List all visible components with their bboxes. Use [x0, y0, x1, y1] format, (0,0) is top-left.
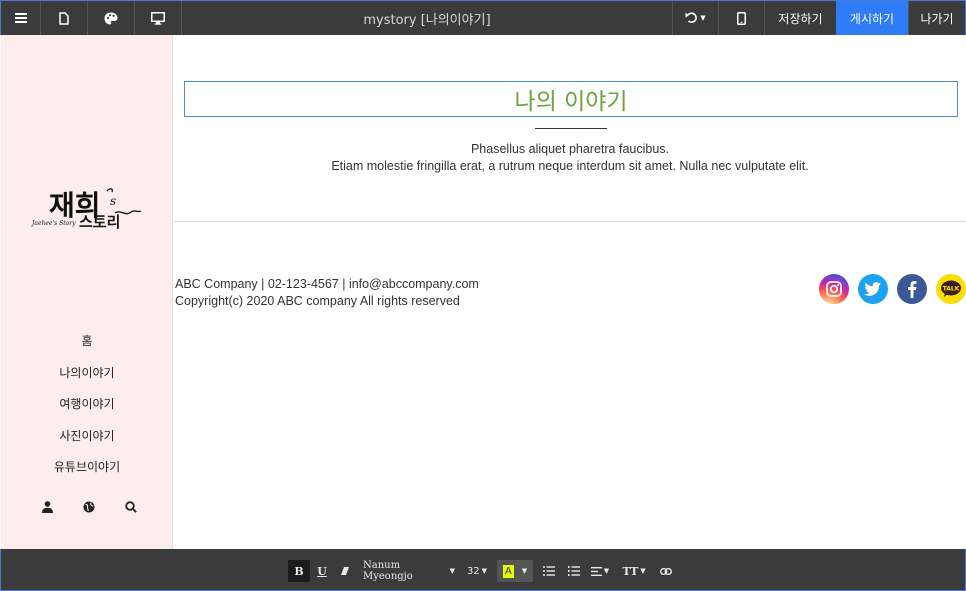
- search-icon[interactable]: [123, 499, 139, 515]
- sidebar-item-my-story[interactable]: 나의이야기: [1, 357, 173, 389]
- align-left-icon: [590, 566, 602, 576]
- underline-button[interactable]: U: [312, 560, 332, 582]
- link-icon: [660, 567, 672, 575]
- kakao-label: TALK: [943, 286, 960, 293]
- design-button[interactable]: [88, 1, 135, 35]
- section-divider: [174, 221, 966, 222]
- main-content: 나의 이야기 Phasellus aliquet pharetra faucib…: [174, 35, 966, 549]
- sidebar-item-home[interactable]: 홈: [1, 325, 173, 357]
- font-family-select[interactable]: Nanum Myeongjo ▼: [363, 560, 455, 582]
- chevron-down-icon: ▼: [603, 567, 610, 575]
- font-size-select[interactable]: 32 ▼: [463, 560, 491, 582]
- font-size-value: 32: [466, 565, 480, 577]
- chevron-down-icon: ▼: [481, 567, 488, 575]
- site-logo[interactable]: 재희 s 스토리 Jaehee's Story: [29, 175, 149, 235]
- instagram-icon[interactable]: [819, 274, 849, 304]
- body-text-line-1[interactable]: Phasellus aliquet pharetra faucibus.: [174, 142, 966, 156]
- facebook-icon[interactable]: [897, 274, 927, 304]
- footer-contact[interactable]: ABC Company | 02-123-4567 | info@abccomp…: [175, 276, 479, 293]
- chevron-down-icon: ▼: [521, 567, 528, 575]
- align-select[interactable]: ▼: [589, 560, 611, 582]
- page-button[interactable]: [41, 1, 88, 35]
- sidebar-item-photo-story[interactable]: 사진이야기: [1, 420, 173, 452]
- publish-button[interactable]: 게시하기: [836, 1, 908, 35]
- body-text-line-2[interactable]: Etiam molestie fringilla erat, a rutrum …: [174, 159, 966, 173]
- logo-story-text: 스토리: [79, 213, 120, 231]
- document-title: mystory [나의이야기]: [363, 12, 491, 28]
- monitor-icon: [151, 11, 165, 25]
- undo-dropdown-icon: ▼: [700, 14, 706, 22]
- text-color-picker[interactable]: A ▼: [497, 560, 533, 582]
- numbered-list-icon: [568, 566, 580, 576]
- bullet-list-button[interactable]: [541, 560, 557, 582]
- link-button[interactable]: [657, 560, 675, 582]
- mobile-view-button[interactable]: [718, 1, 764, 35]
- footer-info: ABC Company | 02-123-4567 | info@abccomp…: [175, 276, 479, 310]
- palette-icon: [104, 12, 118, 24]
- exit-button[interactable]: 나가기: [908, 1, 965, 35]
- logo-apostrophe: [106, 188, 113, 193]
- undo-icon: [685, 12, 698, 24]
- numbered-list-button[interactable]: [566, 560, 582, 582]
- text-style-label: TT: [622, 564, 639, 578]
- preview-button[interactable]: [135, 1, 182, 35]
- globe-icon[interactable]: [81, 499, 97, 515]
- user-icon[interactable]: [39, 499, 55, 515]
- clear-format-button[interactable]: [335, 560, 355, 582]
- page-icon: [59, 11, 69, 25]
- menu-icon: [14, 13, 27, 23]
- undo-button[interactable]: ▼: [672, 1, 718, 35]
- sidebar-nav: 홈 나의이야기 여행이야기 사진이야기 유튜브이야기: [1, 325, 173, 483]
- bold-button[interactable]: B: [288, 560, 310, 582]
- chevron-down-icon: ▼: [640, 567, 646, 575]
- mobile-icon: [737, 11, 746, 25]
- sidebar-item-youtube-story[interactable]: 유튜브이야기: [1, 451, 173, 483]
- chevron-down-icon: ▼: [449, 567, 455, 575]
- menu-button[interactable]: [1, 1, 41, 35]
- logo-script-text: Jaehee's Story: [30, 220, 76, 227]
- eraser-icon: [341, 567, 349, 575]
- text-color-swatch: A: [502, 564, 514, 578]
- sidebar: 재희 s 스토리 Jaehee's Story 홈 나의이야기 여행이야기 사진…: [1, 35, 173, 549]
- top-toolbar: mystory [나의이야기] ▼ 저장하기 게시하기 나가기: [0, 0, 966, 35]
- footer-copyright[interactable]: Copyright(c) 2020 ABC company All rights…: [175, 293, 479, 310]
- sidebar-utility-icons: [39, 499, 139, 515]
- twitter-icon[interactable]: [858, 274, 888, 304]
- editor-toolbar: B U Nanum Myeongjo ▼ 32 ▼ A ▼ ▼ TT ▼: [0, 549, 966, 591]
- logo-suffix: s: [110, 194, 116, 208]
- sidebar-item-travel-story[interactable]: 여행이야기: [1, 388, 173, 420]
- social-links: TALK: [819, 274, 966, 304]
- kakaotalk-icon[interactable]: TALK: [936, 274, 966, 304]
- page-title[interactable]: 나의 이야기: [514, 82, 627, 116]
- bullet-list-icon: [543, 566, 555, 576]
- save-button[interactable]: 저장하기: [764, 1, 836, 35]
- text-style-select[interactable]: TT ▼: [622, 560, 646, 582]
- font-family-value: Nanum Myeongjo: [363, 560, 413, 582]
- title-divider: [535, 128, 607, 129]
- title-block[interactable]: 나의 이야기: [184, 81, 958, 117]
